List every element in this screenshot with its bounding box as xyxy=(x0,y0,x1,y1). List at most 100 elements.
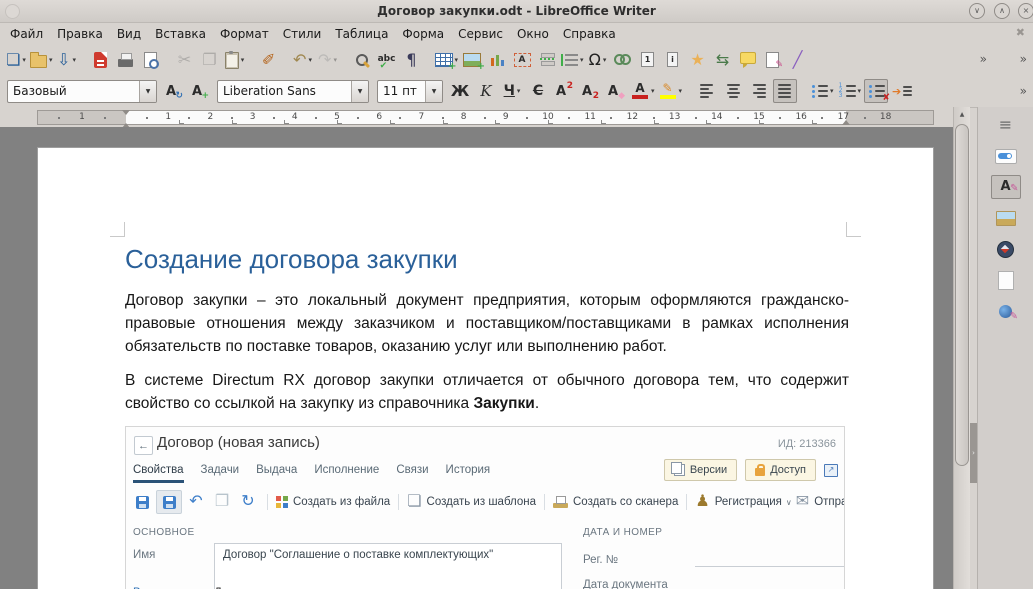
font-name-combo[interactable]: Liberation Sans▼ xyxy=(217,80,369,103)
insert-field-icon xyxy=(565,54,578,66)
update-paragraph-style[interactable]: A↻ xyxy=(162,79,186,103)
highlight-color[interactable]: ✎▾ xyxy=(658,79,684,103)
versions-label: Версии xyxy=(690,464,727,476)
increase-indent[interactable]: ➔ xyxy=(890,79,914,103)
align-right[interactable] xyxy=(747,79,771,103)
properties[interactable] xyxy=(991,144,1021,168)
bold[interactable]: Ж xyxy=(448,79,472,103)
insert-image[interactable] xyxy=(460,48,484,72)
close-button[interactable]: × xyxy=(1018,3,1033,19)
navigator[interactable] xyxy=(991,237,1021,261)
document-paragraph[interactable]: Договор закупки – это локальный документ… xyxy=(125,289,849,358)
justify[interactable] xyxy=(773,79,797,103)
right-indent-marker[interactable] xyxy=(842,116,850,125)
styles[interactable]: A xyxy=(991,175,1021,199)
ordered-list[interactable]: 123▾ xyxy=(837,79,863,103)
cut[interactable]: ✂ xyxy=(173,48,197,72)
titlebar[interactable]: Договор закупки.odt - LibreOffice Writer… xyxy=(0,0,1033,23)
scrollbar-up-icon[interactable]: ▲ xyxy=(954,107,970,122)
open-document[interactable]: ▾ xyxy=(29,48,54,72)
clear-formatting[interactable]: A◆ xyxy=(604,79,628,103)
paste[interactable]: ▾ xyxy=(223,48,247,72)
first-line-indent-marker[interactable] xyxy=(122,110,130,128)
no-list[interactable]: ✘ xyxy=(864,79,888,103)
menu-edit[interactable]: Правка xyxy=(50,25,110,43)
vertical-scrollbar[interactable]: ▲ xyxy=(953,107,970,589)
find-and-replace[interactable] xyxy=(350,48,374,72)
document-page[interactable]: Создание договора закупки Договор закупк… xyxy=(37,147,934,589)
insert-endnote-icon: i xyxy=(667,52,678,67)
paragraph-style-combo[interactable]: Базовый▼ xyxy=(7,80,157,103)
superscript[interactable]: A2 xyxy=(552,79,576,103)
insert-field[interactable]: ▾ xyxy=(560,48,585,72)
undo[interactable]: ↶▾ xyxy=(291,48,315,72)
insert-chart[interactable] xyxy=(485,48,509,72)
insert-page-break[interactable] xyxy=(535,48,559,72)
menu-tools[interactable]: Сервис xyxy=(451,25,510,43)
menu-window[interactable]: Окно xyxy=(510,25,556,43)
standard-toolbar: » » ❏▾▾⇩▾✂❐▾✐↶▾↷▾abc¶▾A▾Ω▾1i★⇆╱ xyxy=(0,44,1033,75)
align-center[interactable] xyxy=(721,79,745,103)
sidebar-hide-handle[interactable]: › xyxy=(970,423,977,483)
track-changes[interactable] xyxy=(761,48,785,72)
insert-bookmark[interactable]: ★ xyxy=(686,48,710,72)
insert-comment[interactable] xyxy=(736,48,760,72)
toolbar-overflow-icon[interactable]: » xyxy=(980,52,987,66)
redo[interactable]: ↷▾ xyxy=(316,48,340,72)
maximize-button[interactable]: ∧ xyxy=(994,3,1010,19)
page-icon xyxy=(998,271,1014,290)
insert-endnote[interactable]: i xyxy=(661,48,685,72)
document-heading[interactable]: Создание договора закупки xyxy=(125,244,849,275)
menu-form[interactable]: Форма xyxy=(395,25,451,43)
versions-icon xyxy=(674,464,685,476)
copy[interactable]: ❐ xyxy=(198,48,222,72)
menu-format[interactable]: Формат xyxy=(213,25,276,43)
font-size-combo[interactable]: 11 пт▼ xyxy=(377,80,443,103)
formatting-marks[interactable]: ¶ xyxy=(400,48,424,72)
insert-special-character[interactable]: Ω▾ xyxy=(586,48,610,72)
page[interactable] xyxy=(991,268,1021,292)
save-document[interactable]: ⇩▾ xyxy=(55,48,79,72)
new-document[interactable]: ❏▾ xyxy=(4,48,28,72)
new-style[interactable]: A+ xyxy=(188,79,212,103)
unordered-list[interactable]: ▾ xyxy=(809,79,835,103)
embedded-screenshot-image[interactable]: ← Договор (новая запись) ИД: 213366 Свой… xyxy=(125,426,845,589)
insert-line[interactable]: ╱ xyxy=(786,48,810,72)
scrollbar-thumb[interactable] xyxy=(955,124,969,466)
insert-hyperlink[interactable] xyxy=(611,48,635,72)
document-paragraph[interactable]: В системе Directum RX договор закупки от… xyxy=(125,369,849,415)
find-and-replace-icon xyxy=(354,52,370,68)
menu-view[interactable]: Вид xyxy=(110,25,148,43)
font-color[interactable]: A▾ xyxy=(630,79,656,103)
open-in-window-icon: ↗ xyxy=(824,464,838,477)
menu-table[interactable]: Таблица xyxy=(328,25,395,43)
print[interactable] xyxy=(114,48,138,72)
insert-table[interactable]: ▾ xyxy=(434,48,460,72)
ruler-number: 16 xyxy=(795,111,806,124)
export-pdf[interactable] xyxy=(89,48,113,72)
toolbar-overflow-icon[interactable]: » xyxy=(1020,52,1027,66)
subscript[interactable]: A2 xyxy=(578,79,602,103)
shot-back-arrow-icon: ← xyxy=(134,436,153,455)
insert-text-box[interactable]: A xyxy=(510,48,534,72)
strikethrough[interactable]: С xyxy=(526,79,550,103)
gallery[interactable] xyxy=(991,206,1021,230)
close-document-icon[interactable]: ✖ xyxy=(1016,26,1025,39)
insert-footnote[interactable]: 1 xyxy=(636,48,660,72)
unordered-list-icon xyxy=(810,85,828,98)
insert-cross-reference[interactable]: ⇆ xyxy=(711,48,735,72)
italic[interactable]: K xyxy=(474,79,498,103)
sidebar-settings[interactable]: ≡ xyxy=(991,113,1021,137)
underline[interactable]: Ч▾ xyxy=(500,79,524,103)
menu-styles[interactable]: Стили xyxy=(276,25,329,43)
spelling[interactable]: abc xyxy=(375,48,399,72)
minimize-button[interactable]: ∨ xyxy=(969,3,985,19)
menu-file[interactable]: Файл xyxy=(3,25,50,43)
print-preview[interactable] xyxy=(139,48,163,72)
toolbar-overflow-icon[interactable]: » xyxy=(1020,84,1027,98)
menu-insert[interactable]: Вставка xyxy=(148,25,213,43)
align-left[interactable] xyxy=(695,79,719,103)
menu-help[interactable]: Справка xyxy=(556,25,623,43)
clone-formatting[interactable]: ✐ xyxy=(257,48,281,72)
style-inspector[interactable] xyxy=(991,299,1021,323)
